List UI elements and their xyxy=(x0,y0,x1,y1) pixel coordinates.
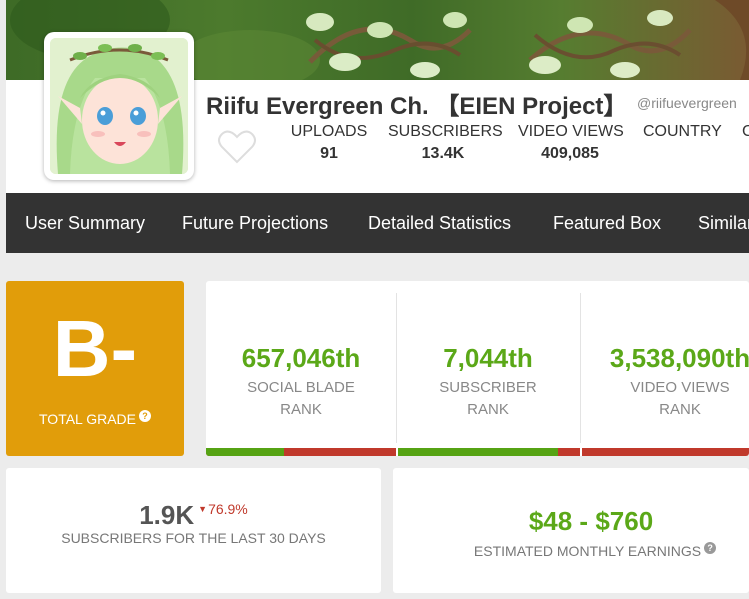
rank-label: SOCIAL BLADE RANK xyxy=(206,377,396,421)
subs-value-row: 1.9K ▼76.9% xyxy=(6,500,381,531)
stat-label: SUBSCRIBERS xyxy=(388,123,503,140)
stat-uploads: UPLOADS 91 xyxy=(290,123,368,163)
rank-label-line2: RANK xyxy=(467,401,509,418)
subs-30d-value: 1.9K xyxy=(139,500,195,530)
earnings-card: $48 - $760 ESTIMATED MONTHLY EARNINGS? xyxy=(393,468,749,593)
rank-label-line2: RANK xyxy=(659,401,701,418)
stat-video-views: VIDEO VIEWS 409,085 xyxy=(518,123,624,163)
rank-label: SUBSCRIBER RANK xyxy=(396,377,580,421)
avatar-image xyxy=(50,38,188,174)
question-circle-icon[interactable]: ? xyxy=(138,410,151,422)
rank-value: 7,044th xyxy=(443,343,533,373)
question-circle-icon[interactable]: ? xyxy=(704,542,717,554)
rank-progress-bar xyxy=(398,448,580,456)
heart-icon[interactable] xyxy=(217,128,257,166)
subs-30d-change: 76.9% xyxy=(208,501,248,517)
grade-letter: B- xyxy=(52,304,138,393)
subs-30d-label: SUBSCRIBERS FOR THE LAST 30 DAYS xyxy=(61,530,326,546)
stat-value: 13.4K xyxy=(421,145,465,162)
rank-progress-fill xyxy=(398,448,559,456)
grade-label: TOTAL GRADE xyxy=(39,411,136,427)
channel-name: Riifu Evergreen Ch. 【EIEN Project】 xyxy=(206,93,628,120)
nav-featured-box[interactable]: Featured Box xyxy=(553,213,661,234)
rank-video-views: 3,538,090th VIDEO VIEWS RANK xyxy=(580,293,749,456)
rank-progress-bar xyxy=(206,448,396,456)
nav-detailed-statistics[interactable]: Detailed Statistics xyxy=(368,213,511,234)
nav-future-projections[interactable]: Future Projections xyxy=(182,213,328,234)
total-grade-box: B- TOTAL GRADE? xyxy=(6,281,184,456)
earnings-label-row: ESTIMATED MONTHLY EARNINGS? xyxy=(393,542,749,559)
stat-label-clipped: C xyxy=(742,123,749,140)
rank-label-line1: VIDEO VIEWS xyxy=(630,379,730,396)
rank-panel: 657,046th SOCIAL BLADE RANK 7,044th SUBS… xyxy=(206,281,749,456)
banner-edge xyxy=(0,0,6,80)
rank-label-line2: RANK xyxy=(280,401,322,418)
rank-value: 657,046th xyxy=(241,343,361,373)
stat-value: 409,085 xyxy=(541,145,599,162)
grade-label-row: TOTAL GRADE? xyxy=(6,410,184,427)
rank-label: VIDEO VIEWS RANK xyxy=(580,377,749,421)
subscribers-30d-card: 1.9K ▼76.9% SUBSCRIBERS FOR THE LAST 30 D… xyxy=(6,468,381,593)
channel-handle[interactable]: @riifuevergreen xyxy=(637,95,737,111)
nav-bar: User Summary Future Projections Detailed… xyxy=(6,193,749,253)
rank-label-line1: SOCIAL BLADE xyxy=(247,379,355,396)
nav-user-summary[interactable]: User Summary xyxy=(25,213,145,234)
avatar[interactable] xyxy=(44,32,194,180)
stat-label: VIDEO VIEWS xyxy=(518,123,624,140)
wreath-left xyxy=(306,12,472,78)
nav-similar[interactable]: Similar xyxy=(698,213,749,234)
stat-label: UPLOADS xyxy=(290,123,368,140)
stat-country: COUNTRY xyxy=(643,123,722,145)
rank-progress-bar xyxy=(582,448,749,456)
rank-subscriber: 7,044th SUBSCRIBER RANK xyxy=(396,293,580,456)
rank-social-blade: 657,046th SOCIAL BLADE RANK xyxy=(206,293,396,456)
rank-label-line1: SUBSCRIBER xyxy=(439,379,537,396)
stat-value: 91 xyxy=(320,145,338,162)
rank-progress-fill xyxy=(206,448,284,456)
wreath-right xyxy=(528,10,692,78)
triangle-down-icon: ▼ xyxy=(198,504,208,514)
stat-label: COUNTRY xyxy=(643,123,722,140)
earnings-range: $48 - $760 xyxy=(528,506,654,536)
rank-value: 3,538,090th xyxy=(609,343,749,373)
earnings-label: ESTIMATED MONTHLY EARNINGS xyxy=(473,543,702,559)
stat-subscribers: SUBSCRIBERS 13.4K xyxy=(388,123,503,163)
